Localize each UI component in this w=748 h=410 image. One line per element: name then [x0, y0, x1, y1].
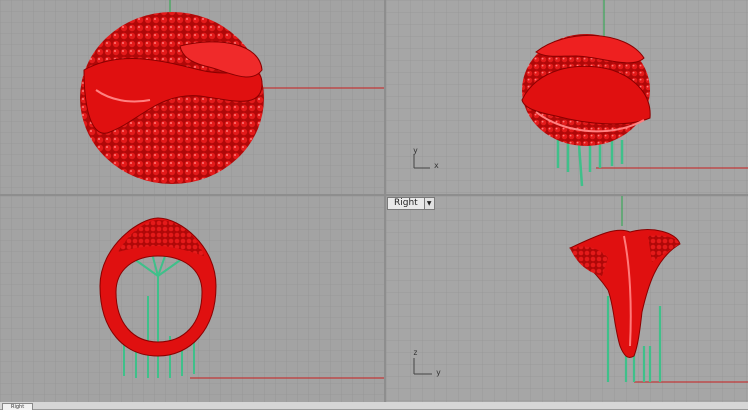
axis-gizmo-h-label: x: [434, 161, 439, 170]
viewport-top-right-scene: [386, 0, 748, 194]
axis-gizmo-h-label: y: [436, 368, 441, 377]
viewport-label-right[interactable]: Right ▼: [387, 197, 435, 210]
viewport-top-left[interactable]: [0, 0, 384, 194]
viewport-bottom-left-scene: [0, 196, 384, 402]
axis-gizmo-v-label: y: [413, 146, 418, 155]
viewport-top-right[interactable]: y x: [386, 0, 748, 194]
viewport-bottom-left[interactable]: [0, 196, 384, 402]
chevron-down-icon[interactable]: ▼: [424, 197, 435, 210]
rhino-workspace: y x Right ▼ z y Right: [0, 0, 748, 410]
viewport-name[interactable]: Right: [387, 197, 425, 210]
axis-gizmo-v-label: z: [413, 348, 418, 357]
viewport-tab-strip: Right: [0, 402, 748, 410]
viewport-top-left-scene: [0, 0, 384, 194]
viewport-bottom-right[interactable]: Right ▼ z y: [386, 196, 748, 402]
